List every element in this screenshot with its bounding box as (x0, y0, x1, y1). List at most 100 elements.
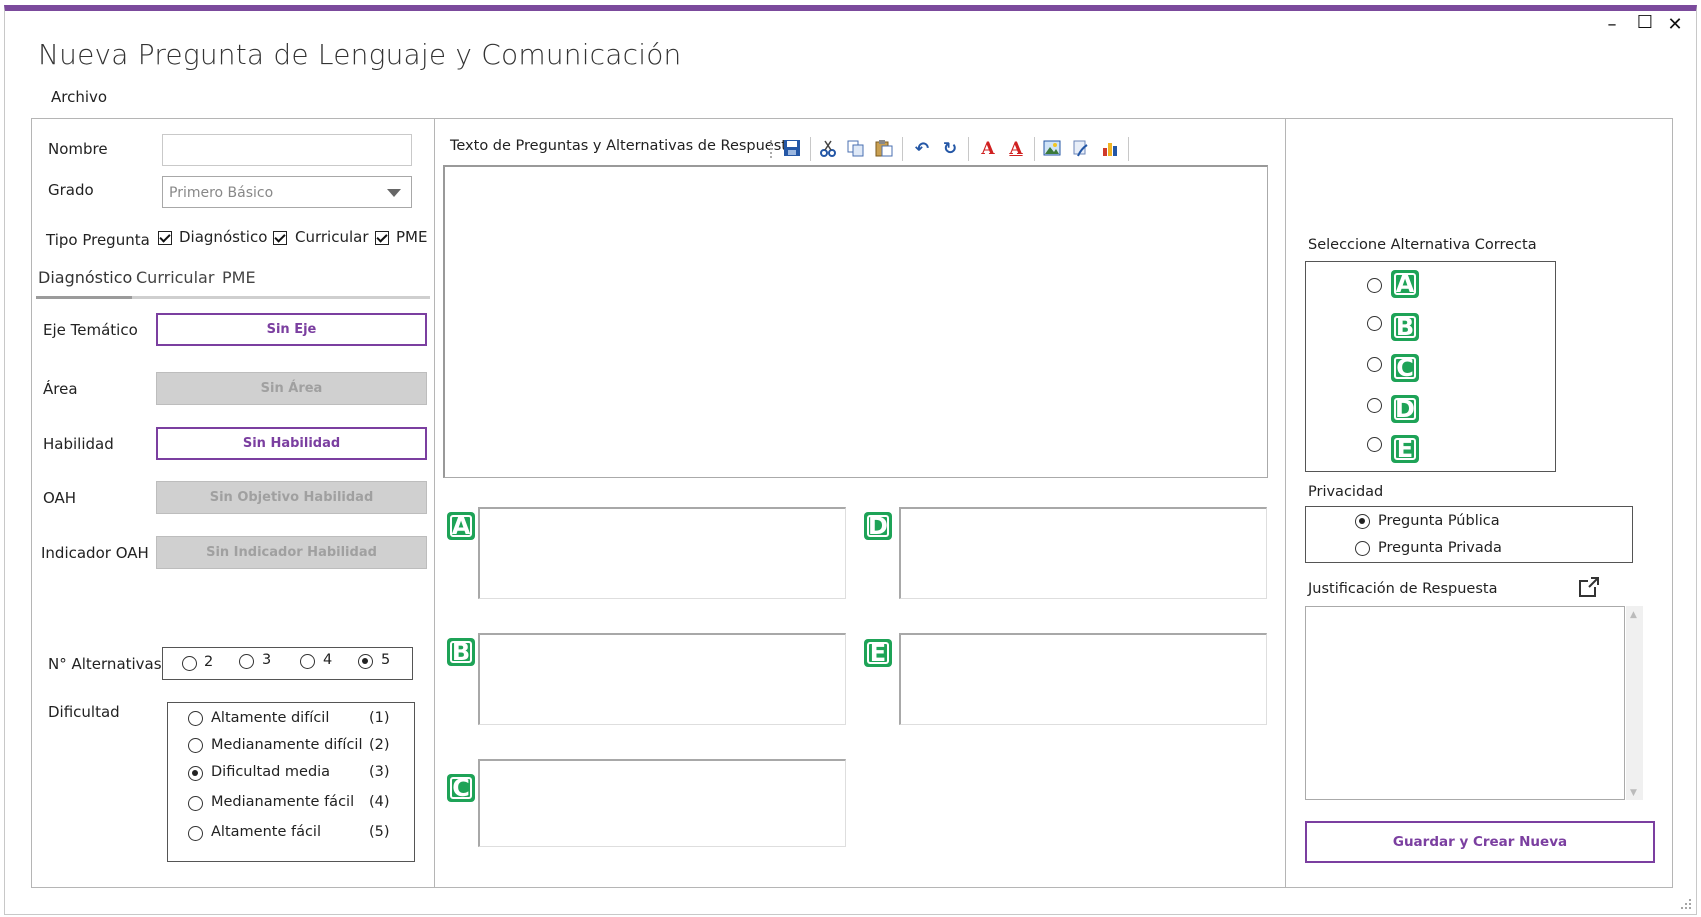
highlight-color-icon[interactable]: A (1006, 139, 1026, 159)
tab-diagnostico[interactable]: Diagnóstico (38, 268, 132, 287)
window-title: Nueva Pregunta de Lenguaje y Comunicació… (38, 38, 682, 71)
toolbar-separator (1128, 137, 1129, 161)
indicador-label: Indicador OAH (41, 544, 149, 562)
toolbar-separator (902, 137, 903, 161)
radio-nalt-3[interactable] (239, 654, 254, 669)
divider-right (1285, 118, 1286, 888)
radio-dificultad-1-level: (1) (369, 710, 390, 726)
scroll-down-icon[interactable]: ▼ (1630, 788, 1637, 798)
badge-b-icon: B (447, 638, 475, 666)
toolbar-separator (810, 137, 811, 161)
alternative-d-editor[interactable] (899, 507, 1267, 599)
eje-button[interactable]: Sin Eje (156, 313, 427, 346)
grado-value: Primero Básico (169, 185, 274, 201)
habilidad-button[interactable]: Sin Habilidad (156, 427, 427, 460)
radio-pregunta-privada-label: Pregunta Privada (1378, 540, 1502, 556)
radio-nalt-5-label: 5 (381, 652, 391, 668)
radio-dificultad-3[interactable] (188, 766, 203, 781)
badge-e-icon: E (864, 639, 892, 667)
minimize-button[interactable]: – (1600, 14, 1624, 35)
radio-dificultad-1-label: Altamente difícil (211, 710, 330, 726)
radio-pregunta-publica[interactable] (1355, 514, 1370, 529)
tab-curricular[interactable]: Curricular (136, 268, 214, 287)
radio-dificultad-2[interactable] (188, 738, 203, 753)
cut-icon[interactable] (818, 139, 838, 159)
toolbar-grip (770, 140, 772, 158)
checkbox-pme-label: PME (396, 228, 428, 246)
radio-dificultad-5[interactable] (188, 826, 203, 841)
copy-icon[interactable] (846, 139, 866, 159)
badge-correcta-a-icon: A (1391, 270, 1419, 298)
oah-button[interactable]: Sin Objetivo Habilidad (156, 481, 427, 514)
radio-correcta-b[interactable] (1367, 316, 1382, 331)
maximize-button[interactable]: ☐ (1633, 12, 1657, 33)
tab-active-indicator (36, 296, 132, 299)
checkbox-diagnostico[interactable] (158, 231, 172, 245)
grado-select[interactable]: Primero Básico (162, 176, 412, 208)
tab-pme[interactable]: PME (222, 268, 256, 287)
grado-label: Grado (48, 181, 94, 199)
badge-correcta-b-icon: B (1391, 313, 1419, 341)
insert-formula-icon[interactable] (1071, 139, 1091, 159)
insert-image-icon[interactable] (1042, 139, 1062, 159)
badge-correcta-d-icon: D (1391, 395, 1419, 423)
chevron-down-icon (387, 189, 401, 197)
nombre-input[interactable] (162, 134, 412, 166)
radio-dificultad-5-level: (5) (369, 824, 390, 840)
alternative-e-editor[interactable] (899, 633, 1267, 725)
radio-nalt-4-label: 4 (323, 652, 333, 668)
radio-dificultad-4[interactable] (188, 796, 203, 811)
badge-correcta-c-icon: C (1391, 354, 1419, 382)
radio-nalt-4[interactable] (300, 654, 315, 669)
paste-icon[interactable] (874, 139, 894, 159)
guardar-crear-nueva-button[interactable]: Guardar y Crear Nueva (1305, 821, 1655, 863)
scroll-up-icon[interactable]: ▲ (1630, 610, 1637, 620)
menu-archivo[interactable]: Archivo (51, 88, 107, 106)
checkbox-curricular[interactable] (273, 231, 287, 245)
font-color-icon[interactable]: A (978, 139, 998, 159)
toolbar-separator (1034, 137, 1035, 161)
alternative-c-editor[interactable] (478, 759, 846, 847)
radio-nalt-3-label: 3 (262, 652, 272, 668)
external-link-icon[interactable] (1578, 576, 1600, 602)
close-button[interactable]: ✕ (1663, 14, 1687, 35)
indicador-button[interactable]: Sin Indicador Habilidad (156, 536, 427, 569)
radio-dificultad-1[interactable] (188, 711, 203, 726)
redo-icon[interactable]: ↻ (940, 139, 960, 159)
correcta-label: Seleccione Alternativa Correcta (1308, 237, 1537, 253)
undo-icon[interactable]: ↶ (912, 139, 932, 159)
justificacion-label: Justificación de Respuesta (1308, 581, 1498, 597)
habilidad-label: Habilidad (43, 435, 114, 453)
radio-pregunta-publica-label: Pregunta Pública (1378, 513, 1500, 529)
badge-c-icon: C (447, 774, 475, 802)
radio-correcta-e[interactable] (1367, 437, 1382, 452)
checkbox-pme[interactable] (375, 231, 389, 245)
radio-dificultad-4-label: Medianamente fácil (211, 794, 355, 810)
tipo-pregunta-label: Tipo Pregunta (46, 231, 150, 249)
radio-correcta-a[interactable] (1367, 278, 1382, 293)
insert-chart-icon[interactable] (1100, 139, 1120, 159)
dificultad-label: Dificultad (48, 703, 120, 721)
toolbar-separator (968, 137, 969, 161)
badge-a-icon: A (447, 512, 475, 540)
alternative-a-editor[interactable] (478, 507, 846, 599)
justificacion-textarea[interactable] (1305, 606, 1625, 800)
radio-nalt-5[interactable] (358, 654, 373, 669)
save-icon[interactable] (782, 139, 802, 159)
n-alternativas-label: N° Alternativas (48, 655, 162, 673)
area-button[interactable]: Sin Área (156, 372, 427, 405)
resize-grip-icon[interactable] (1680, 895, 1692, 909)
radio-correcta-c[interactable] (1367, 357, 1382, 372)
checkbox-curricular-label: Curricular (295, 228, 369, 246)
radio-pregunta-privada[interactable] (1355, 541, 1370, 556)
checkbox-diagnostico-label: Diagnóstico (179, 228, 268, 246)
alternative-b-editor[interactable] (478, 633, 846, 725)
eje-label: Eje Temático (43, 321, 138, 339)
radio-dificultad-4-level: (4) (369, 794, 390, 810)
justificacion-scrollbar[interactable]: ▲ ▼ (1626, 606, 1643, 800)
radio-nalt-2[interactable] (182, 656, 197, 671)
radio-correcta-d[interactable] (1367, 398, 1382, 413)
question-text-editor[interactable] (443, 165, 1268, 478)
area-label: Área (43, 380, 78, 398)
nombre-label: Nombre (48, 140, 108, 158)
